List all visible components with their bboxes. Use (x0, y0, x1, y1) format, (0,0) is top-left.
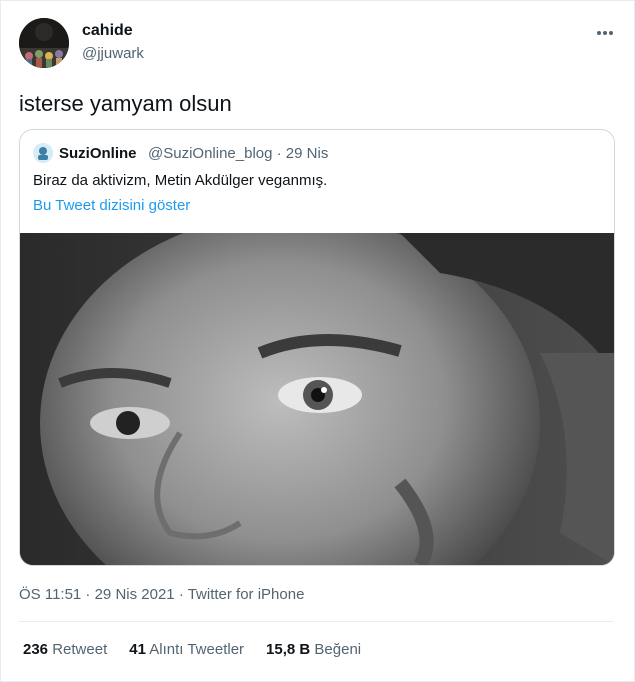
retweet-count: 236 (23, 641, 49, 658)
divider (19, 621, 613, 622)
quote-tweets-stat[interactable]: 41 Alıntı Tweetler (129, 641, 244, 658)
more-horizontal-icon[interactable] (596, 20, 614, 41)
show-thread-link[interactable]: Bu Tweet dizisini göster (33, 197, 190, 214)
likes-count: 15,8 B (266, 641, 311, 658)
quoted-display-name[interactable]: SuziOnline (59, 145, 137, 162)
quoted-tweet[interactable]: SuziOnline @SuziOnline_blog · 29 Nis Bir… (19, 129, 615, 566)
avatar[interactable] (19, 18, 69, 68)
retweet-label: Retweet (52, 641, 108, 658)
likes-label: Beğeni (314, 641, 362, 658)
quoted-handle-date[interactable]: @SuziOnline_blog · 29 Nis (148, 145, 328, 162)
retweet-stat[interactable]: 236 Retweet (23, 641, 107, 658)
quoted-image[interactable] (20, 213, 614, 565)
engagement-stats: 236 Retweet 41 Alıntı Tweetler 15,8 B Be… (23, 641, 361, 658)
tweet-timestamp[interactable]: ÖS 11:51 · 29 Nis 2021 · Twitter for iPh… (19, 586, 304, 603)
quoted-tweet-text: Biraz da aktivizm, Metin Akdülger veganm… (33, 172, 328, 189)
likes-stat[interactable]: 15,8 B Beğeni (266, 641, 361, 658)
display-name[interactable]: cahide (82, 22, 133, 40)
quote-tweets-label: Alıntı Tweetler (149, 641, 245, 658)
quoted-avatar[interactable] (33, 143, 53, 163)
tweet-text: isterse yamyam olsun (19, 91, 232, 116)
username-handle[interactable]: @jjuwark (82, 45, 144, 62)
quote-tweets-count: 41 (129, 641, 146, 658)
